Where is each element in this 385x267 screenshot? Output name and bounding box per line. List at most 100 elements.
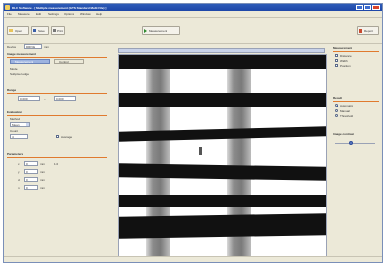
- section-divider: [7, 93, 107, 94]
- menu-file[interactable]: File: [7, 12, 12, 16]
- save-button[interactable]: Save: [31, 26, 49, 35]
- distance-checkbox[interactable]: [335, 54, 338, 57]
- horizontal-bar: [119, 195, 326, 207]
- param-label: x: [18, 162, 20, 166]
- horizontal-bar: [119, 55, 326, 69]
- device-label: Device: [7, 45, 17, 49]
- automatic-label: Automatic: [340, 104, 354, 108]
- device-value: DRIVE: [26, 45, 36, 49]
- horizontal-bar: [119, 213, 326, 239]
- menu-window[interactable]: Window: [80, 12, 91, 16]
- eval-method-select[interactable]: Mean: [10, 122, 30, 127]
- menu-edit[interactable]: Edit: [36, 12, 41, 16]
- image-header: [118, 48, 325, 53]
- maximize-button[interactable]: [364, 5, 371, 10]
- menu-help[interactable]: Help: [96, 12, 102, 16]
- folder-icon: [9, 29, 13, 32]
- section-image-measurement: Image measurement: [7, 52, 37, 56]
- param-value: 0: [26, 178, 28, 182]
- param-field[interactable]: 0: [24, 169, 38, 174]
- mode-value: Subpixel edge: [10, 72, 30, 76]
- open-label: Open: [15, 29, 23, 33]
- range-from-field[interactable]: 0.000: [18, 96, 40, 101]
- section-divider: [7, 157, 107, 158]
- param-value: 0: [26, 186, 28, 190]
- param-unit: mm: [40, 186, 45, 190]
- tab-control-label: Control: [59, 60, 69, 64]
- param-value: 0: [26, 170, 28, 174]
- mode-label: Mode: [10, 67, 18, 71]
- image-viewer[interactable]: [118, 54, 327, 262]
- eval-method-label: Method: [10, 117, 21, 121]
- tab-control[interactable]: Control: [54, 59, 84, 64]
- eval-count-field[interactable]: 4: [10, 134, 28, 139]
- param-row: y 0 mm: [10, 169, 100, 175]
- range-to-value: 0.000: [56, 97, 64, 101]
- distance-label: Distance: [340, 54, 352, 58]
- print-label: Print: [57, 29, 64, 33]
- section-divider: [7, 57, 107, 58]
- toolbar: Open Save Print Measurement Report: [4, 18, 382, 44]
- width-checkbox[interactable]: [335, 59, 338, 62]
- param-field[interactable]: 0: [24, 161, 38, 166]
- param-unit: mm: [40, 178, 45, 182]
- title-bar[interactable]: DLC Software - [ Multiple measurement (G…: [4, 4, 382, 11]
- open-button[interactable]: Open: [7, 26, 29, 35]
- report-label: Report: [364, 29, 374, 33]
- close-button[interactable]: [372, 5, 380, 10]
- range-dash: –: [44, 97, 46, 101]
- device-unit: mm: [44, 45, 49, 49]
- play-icon: [144, 29, 147, 33]
- report-button[interactable]: Report: [357, 26, 379, 35]
- average-checkbox[interactable]: [56, 135, 59, 138]
- manual-radio[interactable]: [335, 109, 338, 112]
- param-value: 0: [26, 162, 28, 166]
- contrast-slider-thumb[interactable]: [349, 141, 353, 145]
- section-divider: [333, 101, 379, 102]
- menu-measure[interactable]: Measure: [18, 12, 30, 16]
- tab-measurement-label: Measurement: [15, 60, 34, 64]
- position-label: Position: [340, 64, 351, 68]
- average-label: Average: [61, 135, 73, 139]
- eval-count-value: 4: [12, 135, 14, 139]
- section-divider: [7, 115, 107, 116]
- measurement-label: Measurement: [149, 29, 168, 33]
- eval-count-label: Count: [10, 129, 19, 133]
- automatic-radio[interactable]: [335, 104, 338, 107]
- left-panel: Device DRIVE mm Image measurement Measur…: [4, 44, 112, 260]
- section-range: Range: [7, 88, 17, 92]
- window-title: DLC Software - [ Multiple measurement (G…: [12, 5, 107, 10]
- threshold-radio[interactable]: [335, 114, 338, 117]
- param-field[interactable]: 0: [24, 185, 38, 190]
- param-label: n: [18, 186, 20, 190]
- right-panel: Measurement Distance Width Position Resu…: [333, 46, 381, 260]
- measurement-button[interactable]: Measurement: [142, 26, 180, 35]
- manual-label: Manual: [340, 109, 350, 113]
- app-icon: [5, 5, 10, 10]
- width-label: Width: [340, 59, 348, 63]
- menu-bar: File Measure Edit Settings Options Windo…: [4, 11, 382, 18]
- menu-options[interactable]: Options: [64, 12, 74, 16]
- param-row: d 0 mm: [10, 177, 100, 183]
- disk-icon: [33, 29, 36, 32]
- minimize-button[interactable]: [356, 5, 363, 10]
- report-icon: [359, 29, 362, 33]
- save-label: Save: [38, 29, 45, 33]
- range-from-value: 0.000: [20, 97, 28, 101]
- threshold-label: Threshold: [340, 114, 354, 118]
- contrast-slider-track[interactable]: [335, 143, 375, 144]
- tab-measurement[interactable]: Measurement: [10, 59, 50, 64]
- param-unit: mm: [40, 162, 45, 166]
- position-checkbox[interactable]: [335, 64, 338, 67]
- param-row: x 0 mm 1.0: [10, 161, 100, 167]
- speck: [199, 147, 202, 155]
- menu-settings[interactable]: Settings: [48, 12, 59, 16]
- param-field[interactable]: 0: [24, 177, 38, 182]
- eval-method-value: Mean: [12, 123, 20, 127]
- print-button[interactable]: Print: [51, 26, 65, 35]
- section-divider: [333, 51, 379, 52]
- device-field[interactable]: DRIVE: [24, 44, 42, 49]
- section-parameters: Parameters: [7, 152, 24, 156]
- param-row: n 0 mm: [10, 185, 100, 191]
- range-to-field[interactable]: 0.000: [54, 96, 76, 101]
